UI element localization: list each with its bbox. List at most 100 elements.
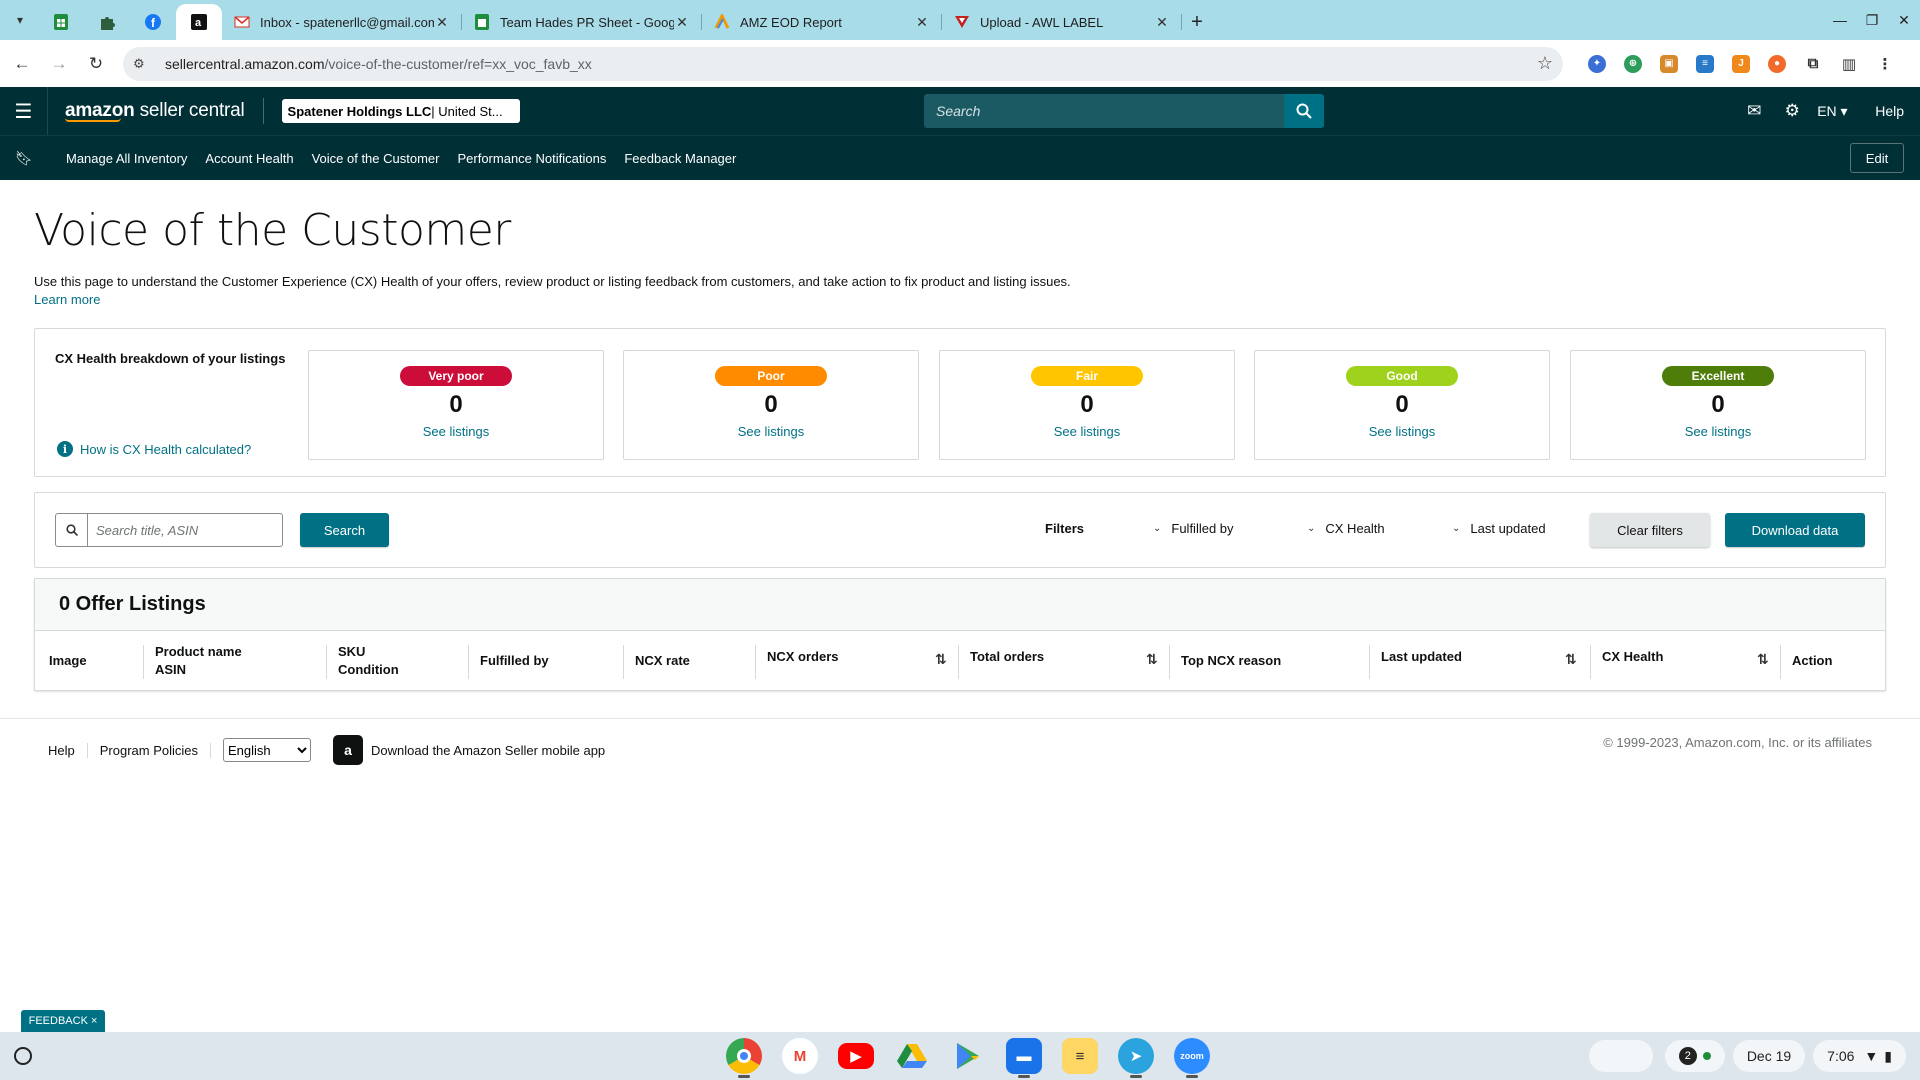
restore-icon[interactable]: ❐	[1856, 12, 1888, 29]
col-sku[interactable]: SKU Condition	[326, 631, 399, 691]
chrome-icon[interactable]	[726, 1038, 762, 1078]
col-cx-health[interactable]: CX Health	[1589, 631, 1663, 683]
seller-central-logo[interactable]: amazon seller central	[65, 100, 245, 122]
cx-health-dropdown[interactable]: ⌄ CX Health	[1307, 521, 1385, 536]
extension-icon[interactable]: J	[1732, 54, 1750, 73]
see-listings-link[interactable]: See listings	[1571, 424, 1865, 439]
drive-icon[interactable]	[894, 1038, 930, 1074]
clear-filters-button[interactable]: Clear filters	[1590, 513, 1710, 547]
header-search-input[interactable]	[924, 94, 1284, 128]
tab-pr-sheet[interactable]: Team Hades PR Sheet - Google ✕	[462, 4, 702, 40]
close-icon[interactable]: ✕	[674, 14, 690, 31]
footer-help-link[interactable]: Help	[48, 742, 88, 758]
learn-more-link[interactable]: Learn more	[34, 292, 100, 307]
logo-amazon: amazon	[65, 100, 135, 121]
youtube-icon[interactable]: ▶	[838, 1043, 874, 1069]
footer-policies-link[interactable]: Program Policies	[100, 742, 212, 758]
date-pill[interactable]: Dec 19	[1732, 1040, 1806, 1072]
notifications-pill[interactable]: 2	[1664, 1040, 1725, 1072]
last-updated-dropdown[interactable]: ⌄ Last updated	[1452, 521, 1546, 536]
cx-health-heading: CX Health breakdown of your listings	[55, 351, 286, 366]
tab-inbox[interactable]: Inbox - spatenerllc@gmail.com ✕	[222, 4, 462, 40]
mail-icon[interactable]: ✉	[1735, 101, 1773, 121]
bookmark-feedback-manager[interactable]: Feedback Manager	[624, 151, 736, 166]
hamburger-menu-icon[interactable]: ☰	[0, 87, 48, 135]
download-data-button[interactable]: Download data	[1725, 513, 1865, 547]
listing-search-input[interactable]	[88, 515, 282, 545]
see-listings-link[interactable]: See listings	[624, 424, 918, 439]
col-fulfilled-by[interactable]: Fulfilled by	[468, 631, 549, 691]
pinned-tab-amazon[interactable]: a	[176, 4, 222, 40]
close-window-icon[interactable]: ✕	[1888, 12, 1920, 29]
telegram-icon[interactable]: ➤	[1118, 1038, 1154, 1078]
bookmark-manage-inventory[interactable]: Manage All Inventory	[66, 151, 187, 166]
extension-icon[interactable]: ≡	[1696, 54, 1714, 73]
sort-icon[interactable]: ⇅	[1565, 651, 1577, 668]
close-icon[interactable]: ✕	[914, 14, 930, 31]
new-tab-button[interactable]: +	[1182, 4, 1212, 40]
tab-eod-report[interactable]: AMZ EOD Report ✕	[702, 4, 942, 40]
pinned-tab-puzzle[interactable]	[84, 4, 130, 40]
window-thumbnail[interactable]	[1588, 1040, 1653, 1072]
bookmark-account-health[interactable]: Account Health	[205, 151, 293, 166]
close-icon[interactable]: ✕	[434, 14, 450, 31]
extension-icon[interactable]: ●	[1768, 54, 1786, 73]
fulfilled-by-dropdown[interactable]: ⌄ Fulfilled by	[1153, 521, 1234, 536]
files-icon[interactable]: ▬	[1006, 1038, 1042, 1078]
cx-health-info-link[interactable]: i How is CX Health calculated?	[57, 441, 251, 457]
launcher-icon[interactable]	[14, 1047, 32, 1065]
address-bar[interactable]: ⚙ sellercentral.amazon.com/voice-of-the-…	[123, 46, 1563, 81]
footer-language-select[interactable]: English	[223, 738, 312, 762]
puzzle-icon	[101, 17, 115, 30]
side-panel-icon[interactable]: ▥	[1840, 55, 1858, 73]
see-listings-link[interactable]: See listings	[1255, 424, 1549, 439]
col-top-ncx-reason[interactable]: Top NCX reason	[1168, 631, 1281, 691]
pinned-tab-sheets[interactable]	[38, 4, 84, 40]
col-ncx-rate[interactable]: NCX rate	[623, 631, 690, 691]
notes-icon[interactable]: ≡	[1062, 1038, 1098, 1074]
download-app-link[interactable]: Download the Amazon Seller mobile app	[371, 743, 605, 758]
minimize-icon[interactable]: —	[1824, 12, 1856, 28]
account-switcher[interactable]: Spatener Holdings LLC | United St...	[281, 99, 520, 123]
bookmark-star-icon[interactable]: ☆	[1537, 53, 1553, 74]
col-total-orders[interactable]: Total orders	[957, 631, 1044, 683]
language-selector[interactable]: EN ▾	[1817, 103, 1861, 120]
sort-icon[interactable]: ⇅	[1146, 651, 1158, 668]
col-product-name[interactable]: Product name ASIN	[143, 631, 242, 691]
extensions-puzzle-icon[interactable]: ⧉	[1804, 55, 1822, 73]
taskbar-apps: M ▶ ▬ ≡ ➤ zoom	[716, 1038, 1220, 1078]
site-info-icon[interactable]: ⚙	[133, 56, 153, 72]
col-ncx-orders[interactable]: NCX orders	[755, 631, 839, 683]
bookmark-icon[interactable]: 🔖︎	[0, 150, 48, 167]
tab-search-icon[interactable]: ▾	[6, 6, 34, 34]
zoom-icon[interactable]: zoom	[1174, 1038, 1210, 1078]
search-button[interactable]: Search	[300, 513, 389, 547]
bookmark-voice-of-customer[interactable]: Voice of the Customer	[312, 151, 440, 166]
table-header: Image Product name ASIN SKU Condition Fulf…	[35, 631, 1885, 691]
seller-app-icon[interactable]: a	[333, 735, 364, 765]
reload-icon[interactable]: ↻	[81, 49, 111, 79]
sort-icon[interactable]: ⇅	[1757, 651, 1769, 668]
extension-icon[interactable]: ✦	[1588, 54, 1606, 73]
tab-upload[interactable]: Upload - AWL LABEL ✕	[942, 4, 1182, 40]
play-store-icon[interactable]	[950, 1038, 986, 1074]
see-listings-link[interactable]: See listings	[309, 424, 603, 439]
back-icon[interactable]: ←	[7, 49, 37, 79]
extension-icon[interactable]: ⊕	[1624, 54, 1642, 73]
bookmark-performance-notifications[interactable]: Performance Notifications	[457, 151, 606, 166]
gear-icon[interactable]: ⚙	[1773, 101, 1811, 121]
forward-icon[interactable]: →	[44, 49, 74, 79]
feedback-tab[interactable]: FEEDBACK ×	[21, 1010, 105, 1032]
col-last-updated[interactable]: Last updated	[1369, 631, 1462, 683]
sort-icon[interactable]: ⇅	[935, 651, 947, 668]
help-link[interactable]: Help	[1875, 103, 1904, 119]
status-area[interactable]: 7:06 ▼ ▮	[1813, 1040, 1906, 1072]
menu-kebab-icon[interactable]: ⋮	[1876, 55, 1894, 73]
extension-icon[interactable]: ▣	[1660, 54, 1678, 73]
close-icon[interactable]: ✕	[1154, 14, 1170, 31]
gmail-icon[interactable]: M	[782, 1038, 818, 1074]
see-listings-link[interactable]: See listings	[940, 424, 1234, 439]
pinned-tab-facebook[interactable]: f	[130, 4, 176, 40]
edit-bookmarks-button[interactable]: Edit	[1850, 143, 1904, 173]
header-search-button[interactable]	[1284, 94, 1324, 128]
